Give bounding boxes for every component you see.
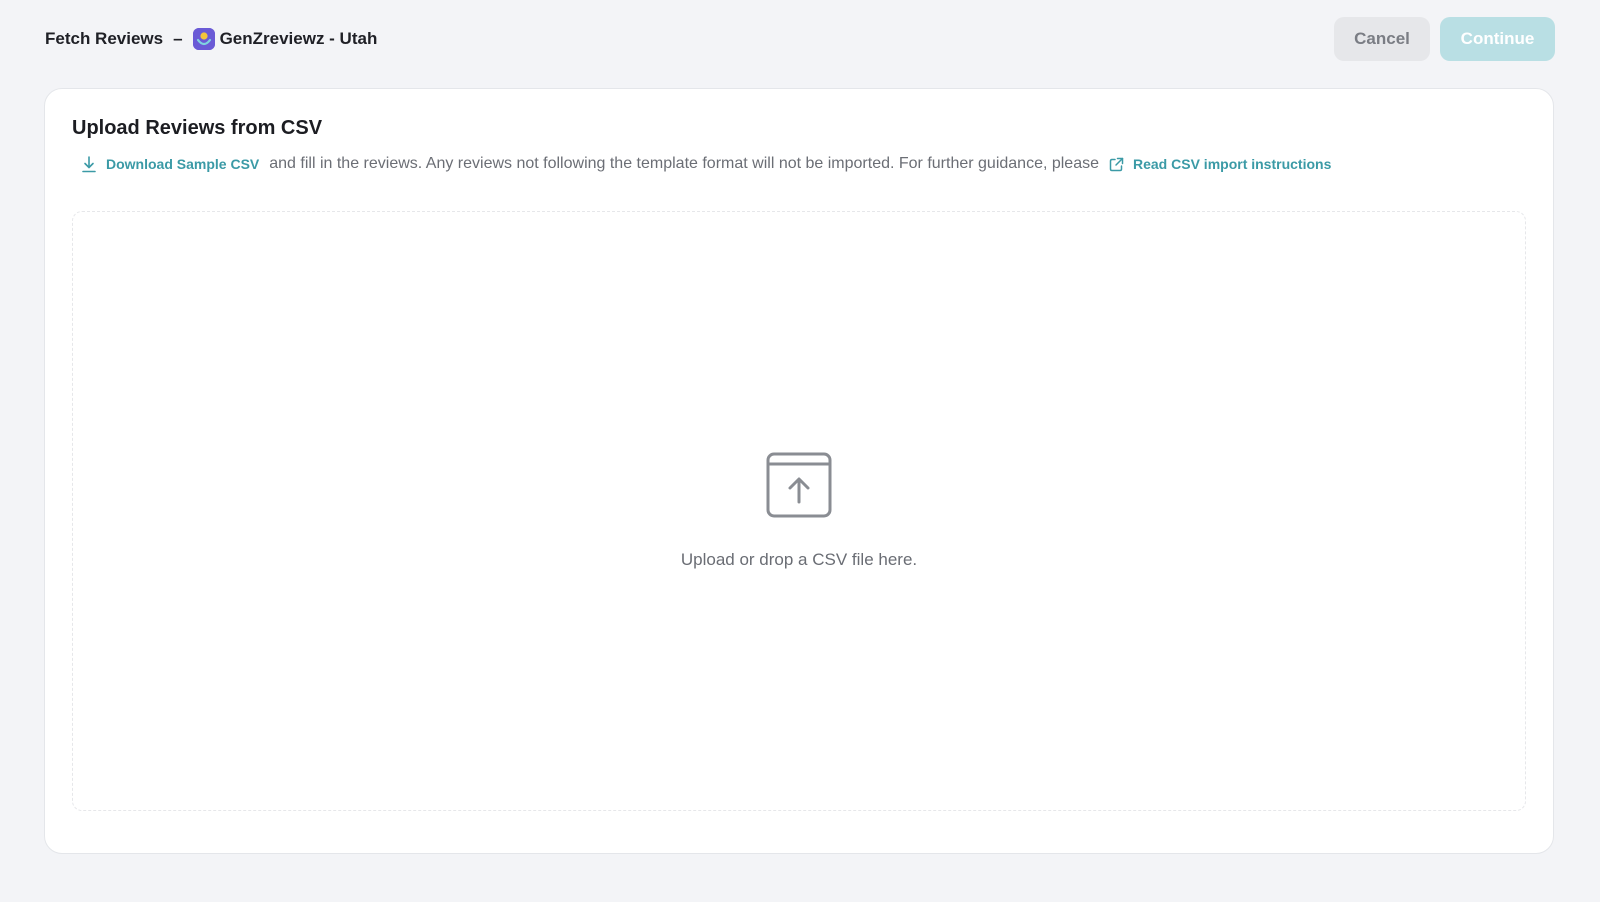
download-icon [82,155,96,172]
cancel-button[interactable]: Cancel [1334,16,1430,61]
title-separator: – [173,28,183,48]
read-csv-instructions-label: Read CSV import instructions [1133,156,1332,172]
read-csv-instructions-link[interactable]: Read CSV import instructions [1109,156,1331,172]
upload-card: Upload Reviews from CSV Download Sample … [44,88,1554,854]
location-name: GenZreviewz - Utah [219,28,378,48]
page-title: Fetch Reviews [45,28,164,48]
card-title: Upload Reviews from CSV [72,117,323,139]
download-sample-csv-link[interactable]: Download Sample CSV [81,155,260,173]
download-sample-csv-label: Download Sample CSV [106,156,260,172]
csv-dropzone[interactable]: Upload or drop a CSV file here. [72,211,1526,811]
breadcrumb: Fetch Reviews – GenZreviewz - Utah [45,27,378,50]
app-logo-icon [192,27,215,50]
upload-box-icon [766,452,832,518]
guidance-text: and fill in the reviews. Any reviews not… [269,155,1099,172]
continue-button[interactable]: Continue [1440,16,1555,61]
header-actions: Cancel Continue [1334,16,1555,61]
external-link-icon [1109,157,1124,171]
dropzone-text: Upload or drop a CSV file here. [680,550,918,569]
guidance-line: Download Sample CSV and fill in the revi… [81,155,1331,173]
page-header: Fetch Reviews – GenZreviewz - Utah Cance… [45,16,1555,61]
